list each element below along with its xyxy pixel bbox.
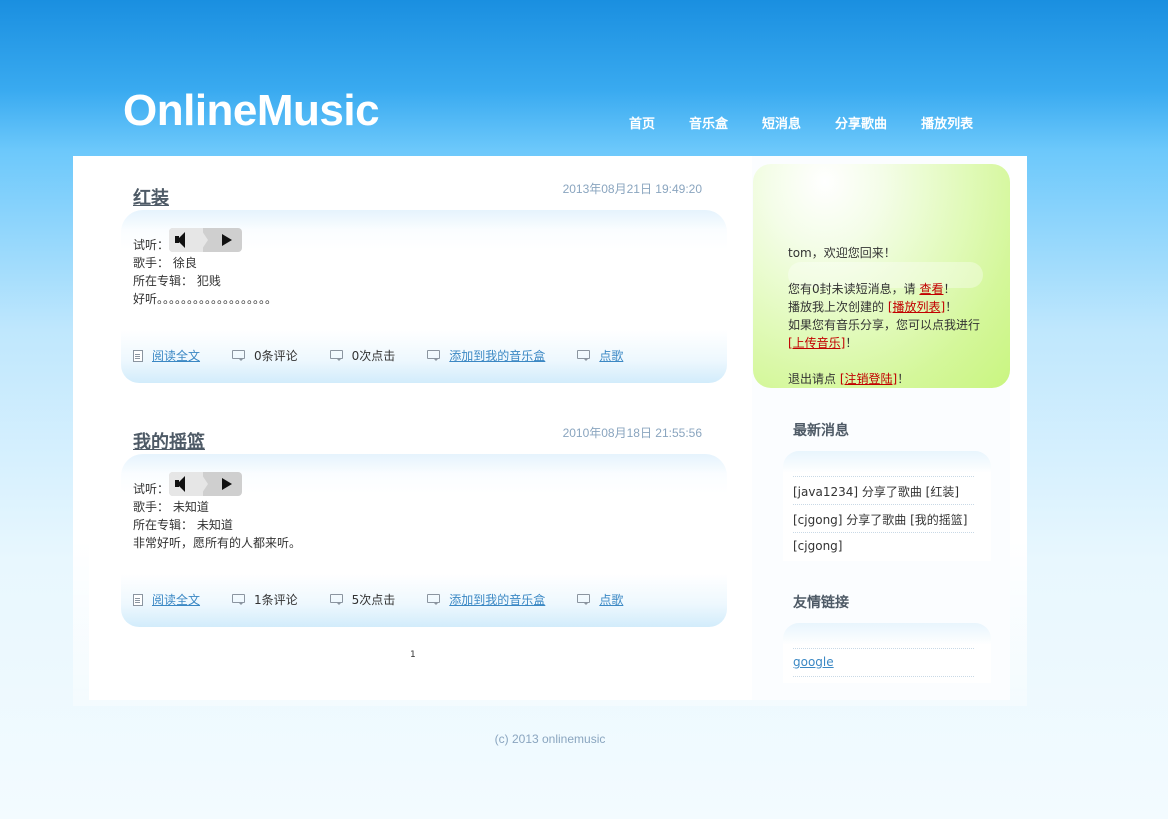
listen-label: 试听：	[133, 238, 170, 252]
share-text: 如果您有音乐分享，您可以点我进行	[788, 318, 981, 332]
post-actions: 阅读全文 0条评论 0次点击 添加到我的音乐盒 点歌	[133, 347, 655, 364]
singer-line: 歌手： 徐良	[133, 256, 197, 270]
news-title: 最新消息	[793, 422, 849, 438]
album-line: 所在专辑： 犯贱	[133, 274, 221, 288]
comment-icon	[427, 350, 441, 361]
comment-count: 1条评论	[254, 593, 298, 607]
view-messages-link[interactable]: 查看	[919, 282, 943, 296]
player-divider	[200, 472, 209, 496]
comment-icon	[427, 594, 441, 605]
description-line: 非常好听，愿所有的人都来听。	[133, 536, 302, 550]
nav-share-song[interactable]: 分享歌曲	[818, 113, 904, 132]
playlist-link[interactable]: [播放列表]	[888, 300, 945, 314]
divider	[793, 676, 974, 677]
request-song-link[interactable]: 点歌	[599, 591, 623, 608]
play-icon[interactable]	[222, 234, 233, 246]
add-to-music-box-link[interactable]: 添加到我的音乐盒	[449, 591, 545, 608]
post-actions: 阅读全文 1条评论 5次点击 添加到我的音乐盒 点歌	[133, 591, 655, 608]
links-box	[783, 623, 991, 683]
comment-icon	[232, 350, 246, 361]
divider	[793, 648, 974, 649]
nav-messages[interactable]: 短消息	[745, 113, 818, 132]
news-item: [cjgong]	[793, 532, 974, 561]
logout-link[interactable]: [注销登陆]	[840, 372, 897, 386]
singer-line: 歌手： 未知道	[133, 500, 209, 514]
links-title: 友情链接	[793, 594, 849, 610]
logout-suffix: ！	[897, 372, 910, 386]
pagination-page[interactable]: 1	[410, 650, 416, 660]
share-suffix: ！	[845, 336, 858, 350]
nav-music-box[interactable]: 音乐盒	[672, 113, 745, 132]
site-logo: OnlineMusic	[123, 86, 380, 135]
comment-count: 0条评论	[254, 349, 298, 363]
comment-icon	[329, 594, 343, 605]
description-line: 好听。。。。。。。。。。。。。。。。。。。	[133, 292, 278, 306]
greeting: tom，欢迎您回来！	[788, 246, 896, 260]
post: 我的摇篮 2010年08月18日 21:55:56 试听： 歌手： 未知道 所在…	[121, 400, 727, 630]
friend-link[interactable]: google	[793, 655, 834, 669]
player-divider	[200, 228, 209, 252]
audio-player[interactable]	[169, 228, 243, 252]
read-more-link[interactable]: 阅读全文	[152, 591, 200, 608]
post-date: 2010年08月18日 21:55:56	[562, 426, 702, 440]
logout-line: 退出请点 [注销登陆]！	[788, 370, 988, 388]
news-item: [java1234] 分享了歌曲 [红装]	[793, 476, 974, 505]
unread-line: 您有0封未读短消息，请 查看！	[788, 280, 988, 298]
listen-label: 试听：	[133, 482, 170, 496]
unread-suffix: ！	[943, 282, 956, 296]
comment-icon	[577, 594, 591, 605]
playlist-line: 播放我上次创建的 [播放列表]！	[788, 298, 988, 316]
news-item: [cjgong] 分享了歌曲 [我的摇篮]	[793, 504, 974, 533]
post-title[interactable]: 我的摇篮	[133, 428, 205, 454]
post-title[interactable]: 红装	[133, 184, 169, 210]
speaker-icon-cone	[177, 232, 186, 248]
post-content: 试听： 歌手： 徐良 所在专辑： 犯贱 好听。。。。。。。。。。。。。。。。。。…	[133, 228, 278, 308]
read-more-link[interactable]: 阅读全文	[152, 347, 200, 364]
top-nav: 首页 音乐盒 短消息 分享歌曲 播放列表	[612, 113, 990, 132]
play-icon[interactable]	[222, 478, 233, 490]
playlist-text: 播放我上次创建的	[788, 300, 888, 314]
playlist-suffix: ！	[945, 300, 958, 314]
post-body: 试听： 歌手： 徐良 所在专辑： 犯贱 好听。。。。。。。。。。。。。。。。。。…	[121, 210, 727, 383]
album-line: 所在专辑： 未知道	[133, 518, 233, 532]
post-date: 2013年08月21日 19:49:20	[562, 182, 702, 196]
welcome-text: tom，欢迎您回来！ 您有0封未读短消息，请 查看！ 播放我上次创建的 [播放列…	[788, 244, 988, 388]
post-content: 试听： 歌手： 未知道 所在专辑： 未知道 非常好听，愿所有的人都来听。	[133, 472, 302, 552]
speaker-icon-cone	[177, 476, 186, 492]
document-icon	[133, 349, 143, 362]
logout-text: 退出请点	[788, 372, 840, 386]
nav-playlist[interactable]: 播放列表	[904, 113, 990, 132]
comment-icon	[577, 350, 591, 361]
footer: (c) 2013 onlinemusic	[494, 732, 606, 746]
post: 红装 2013年08月21日 19:49:20 试听： 歌手： 徐良 所在专辑：…	[121, 156, 727, 386]
comment-icon	[329, 350, 343, 361]
add-to-music-box-link[interactable]: 添加到我的音乐盒	[449, 347, 545, 364]
click-count: 5次点击	[351, 593, 396, 607]
post-body: 试听： 歌手： 未知道 所在专辑： 未知道 非常好听，愿所有的人都来听。 阅读全…	[121, 454, 727, 627]
click-count: 0次点击	[351, 349, 396, 363]
unread-text: 您有0封未读短消息，请	[788, 282, 920, 296]
audio-player[interactable]	[169, 472, 243, 496]
upload-music-link[interactable]: [上传音乐]	[788, 336, 845, 350]
nav-home[interactable]: 首页	[612, 113, 672, 132]
document-icon	[133, 593, 143, 606]
welcome-box: tom，欢迎您回来！ 您有0封未读短消息，请 查看！ 播放我上次创建的 [播放列…	[753, 164, 1010, 388]
comment-icon	[232, 594, 246, 605]
request-song-link[interactable]: 点歌	[599, 347, 623, 364]
share-line: 如果您有音乐分享，您可以点我进行 [上传音乐]！	[788, 316, 988, 352]
